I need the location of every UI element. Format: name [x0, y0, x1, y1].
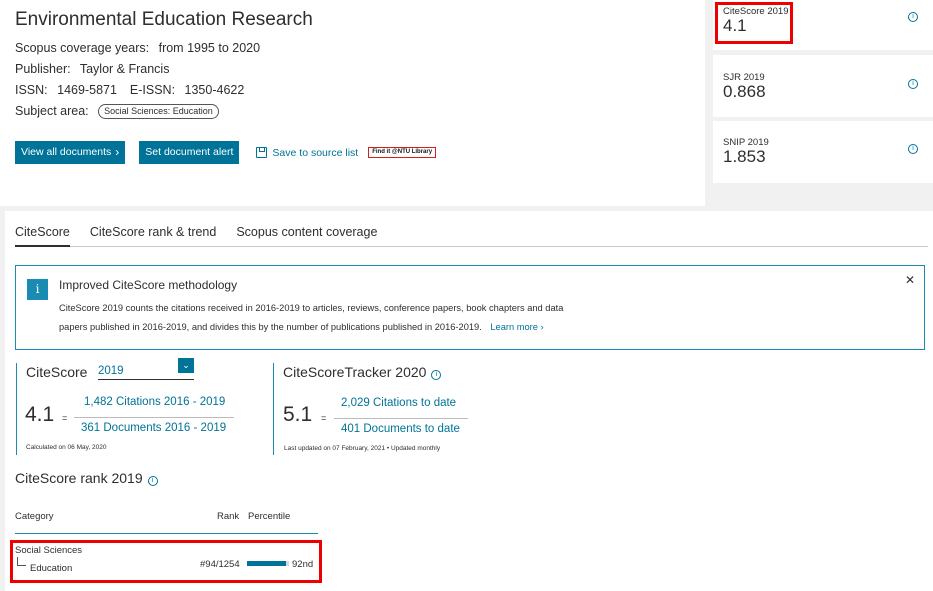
issn-label: ISSN:	[15, 83, 48, 97]
notice-text: CiteScore 2019 counts the citations rece…	[59, 303, 564, 332]
subject-line: Subject area: Social Sciences: Education	[15, 101, 690, 122]
info-icon[interactable]: i	[908, 144, 918, 154]
publisher-line: Publisher: Taylor & Francis	[15, 59, 690, 80]
citescore-calculation: CiteScore 2019 ⌄ 4.1 = 1,482 Citations 2…	[16, 358, 246, 455]
fraction-line	[334, 418, 468, 419]
highlight-box-rank-row	[10, 540, 322, 583]
citescore-value: 4.1	[25, 403, 55, 426]
save-to-source-list-link[interactable]: Save to source list	[256, 147, 358, 159]
rank-table-divider	[15, 533, 318, 534]
find-it-ntu-library-button[interactable]: Find it @NTU Library	[368, 147, 437, 158]
issn-value: 1469-5871	[57, 83, 117, 97]
action-bar: View all documents › Set document alert …	[15, 141, 690, 164]
chevron-down-icon[interactable]: ⌄	[178, 358, 194, 373]
tracker-documents-link[interactable]: 401 Documents to date	[341, 423, 460, 435]
close-icon[interactable]: ✕	[905, 273, 915, 287]
methodology-notice: i Improved CiteScore methodology CiteSco…	[15, 265, 925, 350]
issn-line: ISSN: 1469-5871 E-ISSN: 1350-4622	[15, 80, 690, 101]
citations-link[interactable]: 1,482 Citations 2016 - 2019	[84, 396, 225, 408]
journal-title: Environmental Education Research	[15, 9, 313, 30]
eissn-value: 1350-4622	[184, 83, 245, 97]
rank-title: CiteScore rank 2019	[15, 470, 143, 486]
rank-heading: CiteScore rank 2019 i	[15, 470, 158, 486]
tab-scopus-content-coverage[interactable]: Scopus content coverage	[236, 223, 377, 247]
citescore-panel: CiteScore CiteScore rank & trend Scopus …	[5, 211, 933, 591]
save-icon	[256, 147, 268, 158]
citescore-tracker: CiteScoreTracker 2020 i 5.1 = 2,029 Citat…	[273, 363, 513, 455]
publisher-label: Publisher:	[15, 62, 71, 76]
learn-more-link[interactable]: Learn more ›	[490, 322, 543, 332]
tab-citescore[interactable]: CiteScore	[15, 223, 70, 247]
tab-bar: CiteScore CiteScore rank & trend Scopus …	[15, 223, 928, 247]
coverage-line: Scopus coverage years: from 1995 to 2020	[15, 38, 690, 59]
equals-sign: =	[321, 413, 327, 423]
documents-link[interactable]: 361 Documents 2016 - 2019	[81, 422, 226, 434]
year-select-value: 2019	[98, 365, 124, 377]
publisher-value: Taylor & Francis	[79, 62, 170, 76]
tracker-title: CiteScoreTracker 2020	[283, 364, 427, 380]
notice-title: Improved CiteScore methodology	[59, 278, 238, 292]
view-all-documents-button[interactable]: View all documents ›	[15, 141, 126, 164]
subject-label: Subject area:	[15, 104, 89, 118]
citescore-heading: CiteScore	[26, 364, 88, 380]
info-icon: i	[27, 279, 48, 300]
equals-sign: =	[62, 413, 68, 423]
snip-metric-card: SNIP 2019 1.853 i	[713, 121, 933, 183]
view-all-label: View all documents	[21, 146, 112, 158]
info-icon[interactable]: i	[908, 12, 918, 22]
coverage-value: from 1995 to 2020	[158, 41, 261, 55]
save-label: Save to source list	[272, 146, 359, 159]
tracker-heading: CiteScoreTracker 2020 i	[283, 364, 442, 380]
metric-value: 0.868	[723, 82, 766, 101]
column-rank: Rank	[217, 511, 240, 522]
fraction-line	[74, 417, 234, 418]
set-document-alert-button[interactable]: Set document alert	[139, 141, 240, 164]
tracker-value: 5.1	[283, 403, 313, 426]
tab-citescore-rank-trend[interactable]: CiteScore rank & trend	[90, 223, 216, 247]
tracker-citations-link[interactable]: 2,029 Citations to date	[341, 397, 456, 409]
chevron-right-icon: ›	[115, 145, 120, 159]
info-icon[interactable]: i	[431, 370, 442, 380]
sjr-metric-card: SJR 2019 0.868 i	[713, 55, 933, 117]
info-icon[interactable]: i	[908, 79, 918, 89]
updated-date: Last updated on 07 February, 2021 • Upda…	[284, 445, 441, 452]
chevron-right-icon: ›	[540, 322, 544, 332]
eissn-label: E-ISSN:	[129, 83, 176, 97]
notice-body: CiteScore 2019 counts the citations rece…	[59, 299, 579, 337]
column-category: Category	[15, 511, 54, 522]
metric-value: 1.853	[723, 147, 766, 166]
calculated-date: Calculated on 06 May, 2020	[26, 444, 107, 451]
subject-area-chip[interactable]: Social Sciences: Education	[98, 104, 219, 120]
info-icon[interactable]: i	[147, 476, 158, 486]
column-percentile: Percentile	[248, 511, 291, 522]
coverage-label: Scopus coverage years:	[15, 41, 150, 55]
learn-more-label: Learn more	[490, 322, 538, 332]
highlight-box-citescore	[715, 2, 793, 44]
journal-panel: Environmental Education Research Scopus …	[0, 0, 705, 206]
